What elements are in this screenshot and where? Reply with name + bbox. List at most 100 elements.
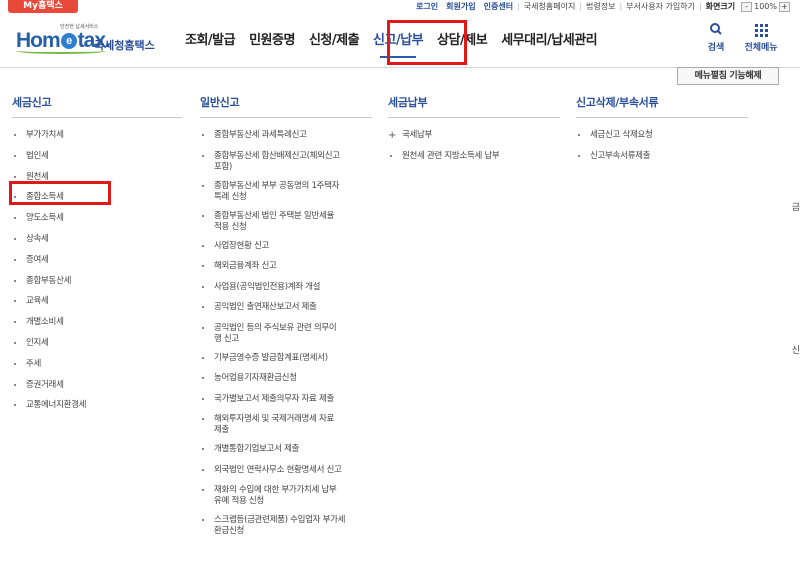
dept-user-signup-link[interactable]: 부서사용자 가입하기 xyxy=(622,1,699,12)
menu-item-transport-energy-tax[interactable]: 교통에너지환경세 xyxy=(12,400,182,421)
menu-item-corporate-tax[interactable]: 법인세 xyxy=(12,151,182,172)
menu-item-withholding-tax[interactable]: 원천세 xyxy=(12,172,182,193)
grid-menu-icon xyxy=(755,24,768,37)
menu-column-tax-report: 세금신고 부가가치세 법인세 원천세 종합소득세 양도소득세 상속세 증여세 종… xyxy=(12,94,182,421)
my-hometax-button[interactable]: My홈택스 xyxy=(8,0,78,13)
menu-item-national-tax-payment[interactable]: 국세납부 xyxy=(388,130,560,151)
menu-item-liquor-tax[interactable]: 주세 xyxy=(12,359,182,380)
menu-item-text-line: 공익법인 출연재산보고서 제출 xyxy=(214,302,317,312)
menu-item-text-line: 제출 xyxy=(214,425,230,435)
top-utility-bar: My홈택스 로그인 회원가입 인증센터 | 국세청홈페이지 | 법령정보 | 부… xyxy=(0,0,800,13)
menu-column-tax-payment: 세금납부 국세납부 원천세 관련 지방소득세 납부 xyxy=(388,94,560,172)
menu-item-local-income-tax-payment[interactable]: 원천세 관련 지방소득세 납부 xyxy=(388,151,560,172)
menu-item-text-line: 유예 적용 신청 xyxy=(214,496,264,506)
menu-item-text-line: 특례 신청 xyxy=(214,191,247,202)
menu-expand-disable-button[interactable]: 메뉴펼침 기능해제 xyxy=(677,67,779,85)
menu-item-stamp-tax[interactable]: 인지세 xyxy=(12,338,182,359)
signup-link[interactable]: 회원가입 xyxy=(442,1,479,12)
menu-item-delete-request[interactable]: 세금신고 삭제요청 xyxy=(576,130,748,151)
certificate-center-link[interactable]: 인증센터 xyxy=(480,1,517,12)
menu-item-general-report[interactable]: 공익법인 출연재산보고서 제출 xyxy=(200,302,372,323)
menu-item-text-line: 해외금융계좌 신고 xyxy=(214,261,277,271)
search-icon xyxy=(710,23,722,35)
column-title: 일반신고 xyxy=(200,94,372,118)
highlight-box-nav xyxy=(387,20,467,65)
nav-civil-certificates[interactable]: 민원증명 xyxy=(242,13,302,68)
menu-item-text-line: 개별통합기업보고서 제출 xyxy=(214,444,300,454)
menu-list: 종합부동산세 과세특례신고 종합부동산세 합산배제신고(체외신고 포함) 종합부동산세… xyxy=(200,130,372,545)
nav-tax-agent[interactable]: 세무대리/납세관리 xyxy=(494,13,604,68)
menu-list: 부가가치세 법인세 원천세 종합소득세 양도소득세 상속세 증여세 종합부동산세… xyxy=(12,130,182,421)
menu-item-gift-tax[interactable]: 증여세 xyxy=(12,255,182,276)
menu-item-income-tax[interactable]: 종합소득세 xyxy=(12,192,182,213)
menu-item-general-report[interactable]: 종합부동산세 부부 공동명의 1주택자 특례 신청 xyxy=(200,181,372,211)
menu-item-general-report[interactable]: 종합부동산세 합산배제신고(체외신고 포함) xyxy=(200,151,372,181)
column-title: 신고삭제/부속서류 xyxy=(576,94,748,118)
column-title: 세금납부 xyxy=(388,94,560,118)
menu-item-text-line: 환급신청 xyxy=(214,526,245,536)
menu-item-text-line: 적용 신청 xyxy=(214,221,247,232)
menu-item-general-report[interactable]: 스크랩등(금관련제품) 수입업자 부가세 환급신청 xyxy=(200,515,372,545)
zoom-out-button[interactable]: - xyxy=(741,1,753,12)
nts-homepage-link[interactable]: 국세청홈페이지 xyxy=(520,1,580,12)
menu-item-text-line: 사업용(공익법인전용)계좌 개설 xyxy=(214,281,321,292)
menu-item-general-report[interactable]: 외국법인 연락사무소 현황명세서 신고 xyxy=(200,465,372,486)
zoom-value: 100% xyxy=(754,2,777,11)
zoom-in-button[interactable]: + xyxy=(779,1,790,12)
login-link[interactable]: 로그인 xyxy=(412,1,442,12)
menu-item-text-line: 종합부동산세 부부 공동명의 1주택자 xyxy=(214,180,340,191)
screen-size-label: 화면크기 xyxy=(705,2,736,11)
menu-item-general-report[interactable]: 해외금융계좌 신고 xyxy=(200,261,372,282)
column-title: 세금신고 xyxy=(12,94,182,118)
menu-item-text-line: 종합부동산세 과세특례신고 xyxy=(214,130,307,140)
all-menu-button[interactable]: 전체메뉴 xyxy=(738,22,784,53)
utility-links: 로그인 회원가입 인증센터 | 국세청홈페이지 | 법령정보 | 부서사용자 가… xyxy=(412,0,792,13)
nav-inquiry-issuance[interactable]: 조회/발급 xyxy=(178,13,242,68)
search-button[interactable]: 검색 xyxy=(702,22,730,53)
law-info-link[interactable]: 법령정보 xyxy=(582,1,619,12)
menu-item-inheritance-tax[interactable]: 상속세 xyxy=(12,234,182,255)
menu-column-delete-attachments: 신고삭제/부속서류 세금신고 삭제요청 신고부속서류제출 xyxy=(576,94,748,172)
menu-item-general-report[interactable]: 개별통합기업보고서 제출 xyxy=(200,444,372,465)
menu-item-text-line: 재화의 수입에 대한 부가가치세 납부 xyxy=(214,485,337,495)
menu-item-general-report[interactable]: 종합부동산세 법인 주택분 일반세율 적용 신청 xyxy=(200,211,372,241)
menu-item-capital-gains-tax[interactable]: 양도소득세 xyxy=(12,213,182,234)
menu-item-education-tax[interactable]: 교육세 xyxy=(12,296,182,317)
menu-item-securities-tax[interactable]: 증권거래세 xyxy=(12,380,182,401)
search-label: 검색 xyxy=(707,43,725,53)
menu-item-text-line: 포함) xyxy=(214,161,233,172)
hometax-logo[interactable]: 안전한 납세서비스 Hom e tax. 국세청홈택스 xyxy=(16,23,161,57)
menu-item-text-line: 공익법인 등의 주식보유 관련 의무이 xyxy=(214,322,337,333)
menu-list: 세금신고 삭제요청 신고부속서류제출 xyxy=(576,130,748,172)
menu-item-general-report[interactable]: 사업용(공익법인전용)계좌 개설 xyxy=(200,282,372,303)
menu-item-real-estate-tax[interactable]: 종합부동산세 xyxy=(12,276,182,297)
menu-item-text-line: 사업장현황 신고 xyxy=(214,240,270,251)
menu-item-text-line: 국가별보고서 제출의무자 자료 제출 xyxy=(214,393,335,404)
menu-item-text-line: 농어업용기자재환급신청 xyxy=(214,373,297,383)
menu-item-text-line: 기부금영수증 발급합계표(명세서) xyxy=(214,352,328,363)
all-menu-label: 전체메뉴 xyxy=(744,43,778,53)
menu-item-text-line: 행 신고 xyxy=(214,333,239,344)
menu-item-general-report[interactable]: 해외투자명세 및 국제거래명세 자료 제출 xyxy=(200,414,372,444)
menu-item-text-line: 스크랩등(금관련제품) 수입업자 부가세 xyxy=(214,515,346,525)
menu-item-general-report[interactable]: 국가별보고서 제출의무자 자료 제출 xyxy=(200,394,372,415)
menu-item-text-line: 종합부동산세 법인 주택분 일반세율 xyxy=(214,210,335,221)
menu-item-text-line: 외국법인 연락사무소 현황명세서 신고 xyxy=(214,464,342,475)
nav-apply-submit[interactable]: 신청/제출 xyxy=(302,13,366,68)
background-fragment: 금 xyxy=(791,203,800,213)
menu-item-text-line: 해외투자명세 및 국제거래명세 자료 xyxy=(214,414,335,424)
menu-item-general-report[interactable]: 재화의 수입에 대한 부가가치세 납부 유예 적용 신청 xyxy=(200,485,372,515)
menu-item-text-line: 종합부동산세 합산배제신고(체외신고 xyxy=(214,150,340,161)
menu-column-general-report: 일반신고 종합부동산세 과세특례신고 종합부동산세 합산배제신고(체외신고 포함) 종… xyxy=(200,94,372,545)
logo-swoosh xyxy=(16,48,106,54)
menu-list: 국세납부 원천세 관련 지방소득세 납부 xyxy=(388,130,560,172)
menu-item-general-report[interactable]: 농어업용기자재환급신청 xyxy=(200,373,372,394)
menu-item-general-report[interactable]: 기부금영수증 발급합계표(명세서) xyxy=(200,353,372,374)
menu-item-general-report[interactable]: 공익법인 등의 주식보유 관련 의무이 행 신고 xyxy=(200,323,372,353)
menu-item-general-report[interactable]: 사업장현황 신고 xyxy=(200,241,372,262)
menu-item-excise-tax[interactable]: 개별소비세 xyxy=(12,317,182,338)
background-fragment: 신 xyxy=(791,346,800,356)
menu-item-vat[interactable]: 부가가치세 xyxy=(12,130,182,151)
menu-item-attachment-submit[interactable]: 신고부속서류제출 xyxy=(576,151,748,172)
menu-item-general-report[interactable]: 종합부동산세 과세특례신고 xyxy=(200,130,372,151)
